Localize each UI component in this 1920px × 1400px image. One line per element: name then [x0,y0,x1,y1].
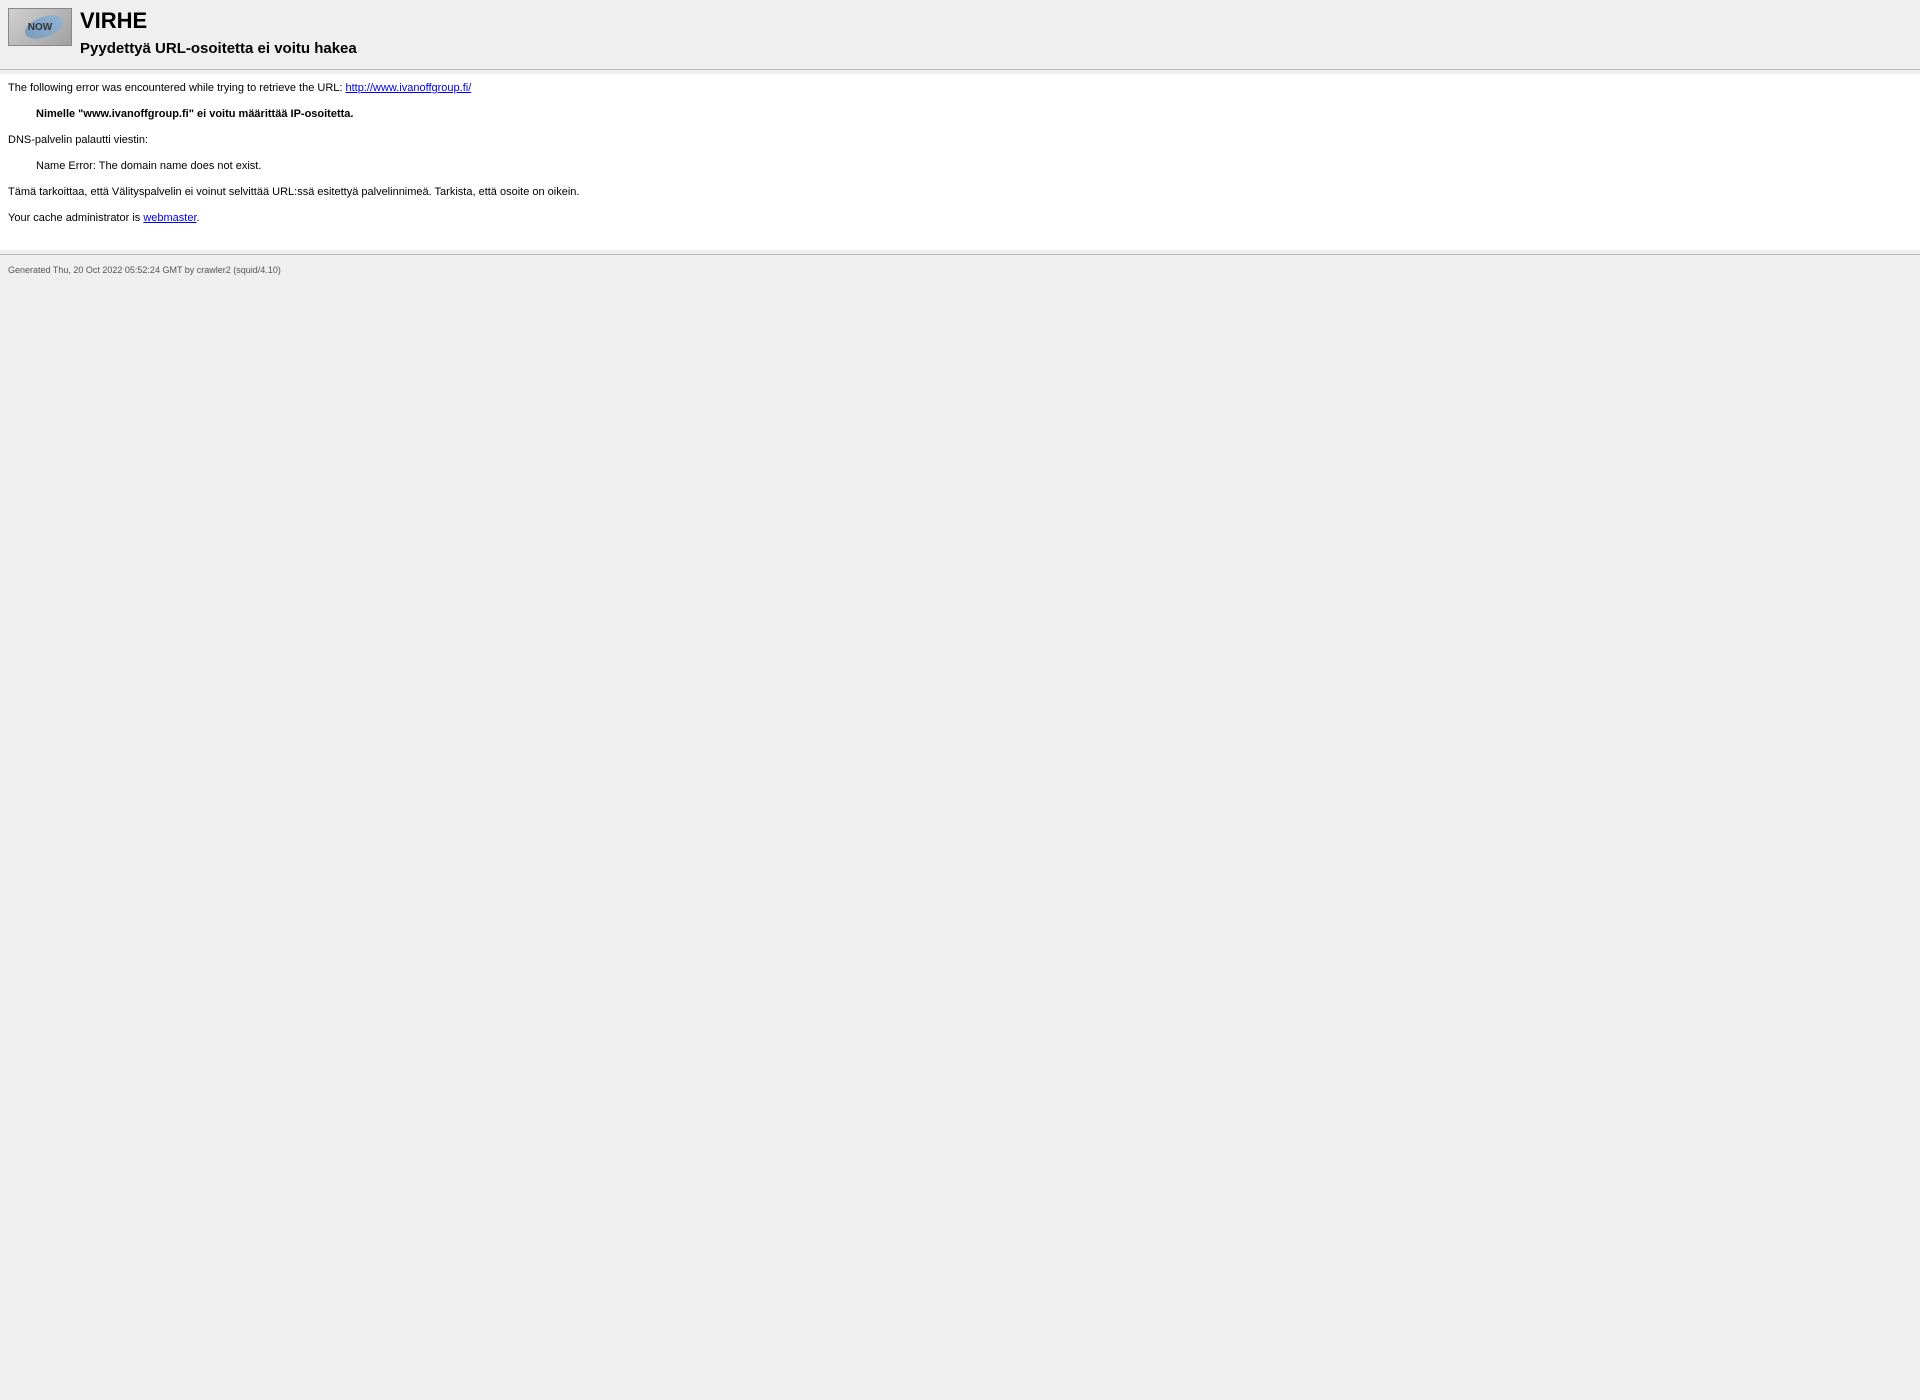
webmaster-link[interactable]: webmaster [143,212,196,224]
page-title: VIRHE [80,8,357,34]
squid-now-icon: NOW [8,8,72,46]
intro-line: The following error was encountered whil… [8,82,1912,94]
header-text: VIRHE Pyydettyä URL-osoitetta ei voitu h… [80,8,357,57]
admin-prefix: Your cache administrator is [8,212,143,224]
admin-line: Your cache administrator is webmaster. [8,212,1912,224]
dns-error-detail: Name Error: The domain name does not exi… [36,160,1912,172]
icon-label: NOW [28,22,52,33]
dns-message-label: DNS-palvelin palautti viestin: [8,134,1912,146]
divider-bottom [0,254,1920,255]
requested-url-link[interactable]: http://www.ivanoffgroup.fi/ [346,82,472,94]
page-subtitle: Pyydettyä URL-osoitetta ei voitu hakea [80,40,357,57]
explanation-text: Tämä tarkoittaa, että Välityspalvelin ei… [8,186,1912,198]
dns-error-bold: Nimelle "www.ivanoffgroup.fi" ei voitu m… [36,108,1912,120]
header-section: NOW VIRHE Pyydettyä URL-osoitetta ei voi… [0,0,1920,65]
content-section: The following error was encountered whil… [0,74,1920,250]
intro-prefix: The following error was encountered whil… [8,82,346,94]
divider-top [0,69,1920,70]
admin-suffix: . [197,212,200,224]
footer: Generated Thu, 20 Oct 2022 05:52:24 GMT … [0,259,1920,281]
generated-text: Generated Thu, 20 Oct 2022 05:52:24 GMT … [8,265,281,275]
